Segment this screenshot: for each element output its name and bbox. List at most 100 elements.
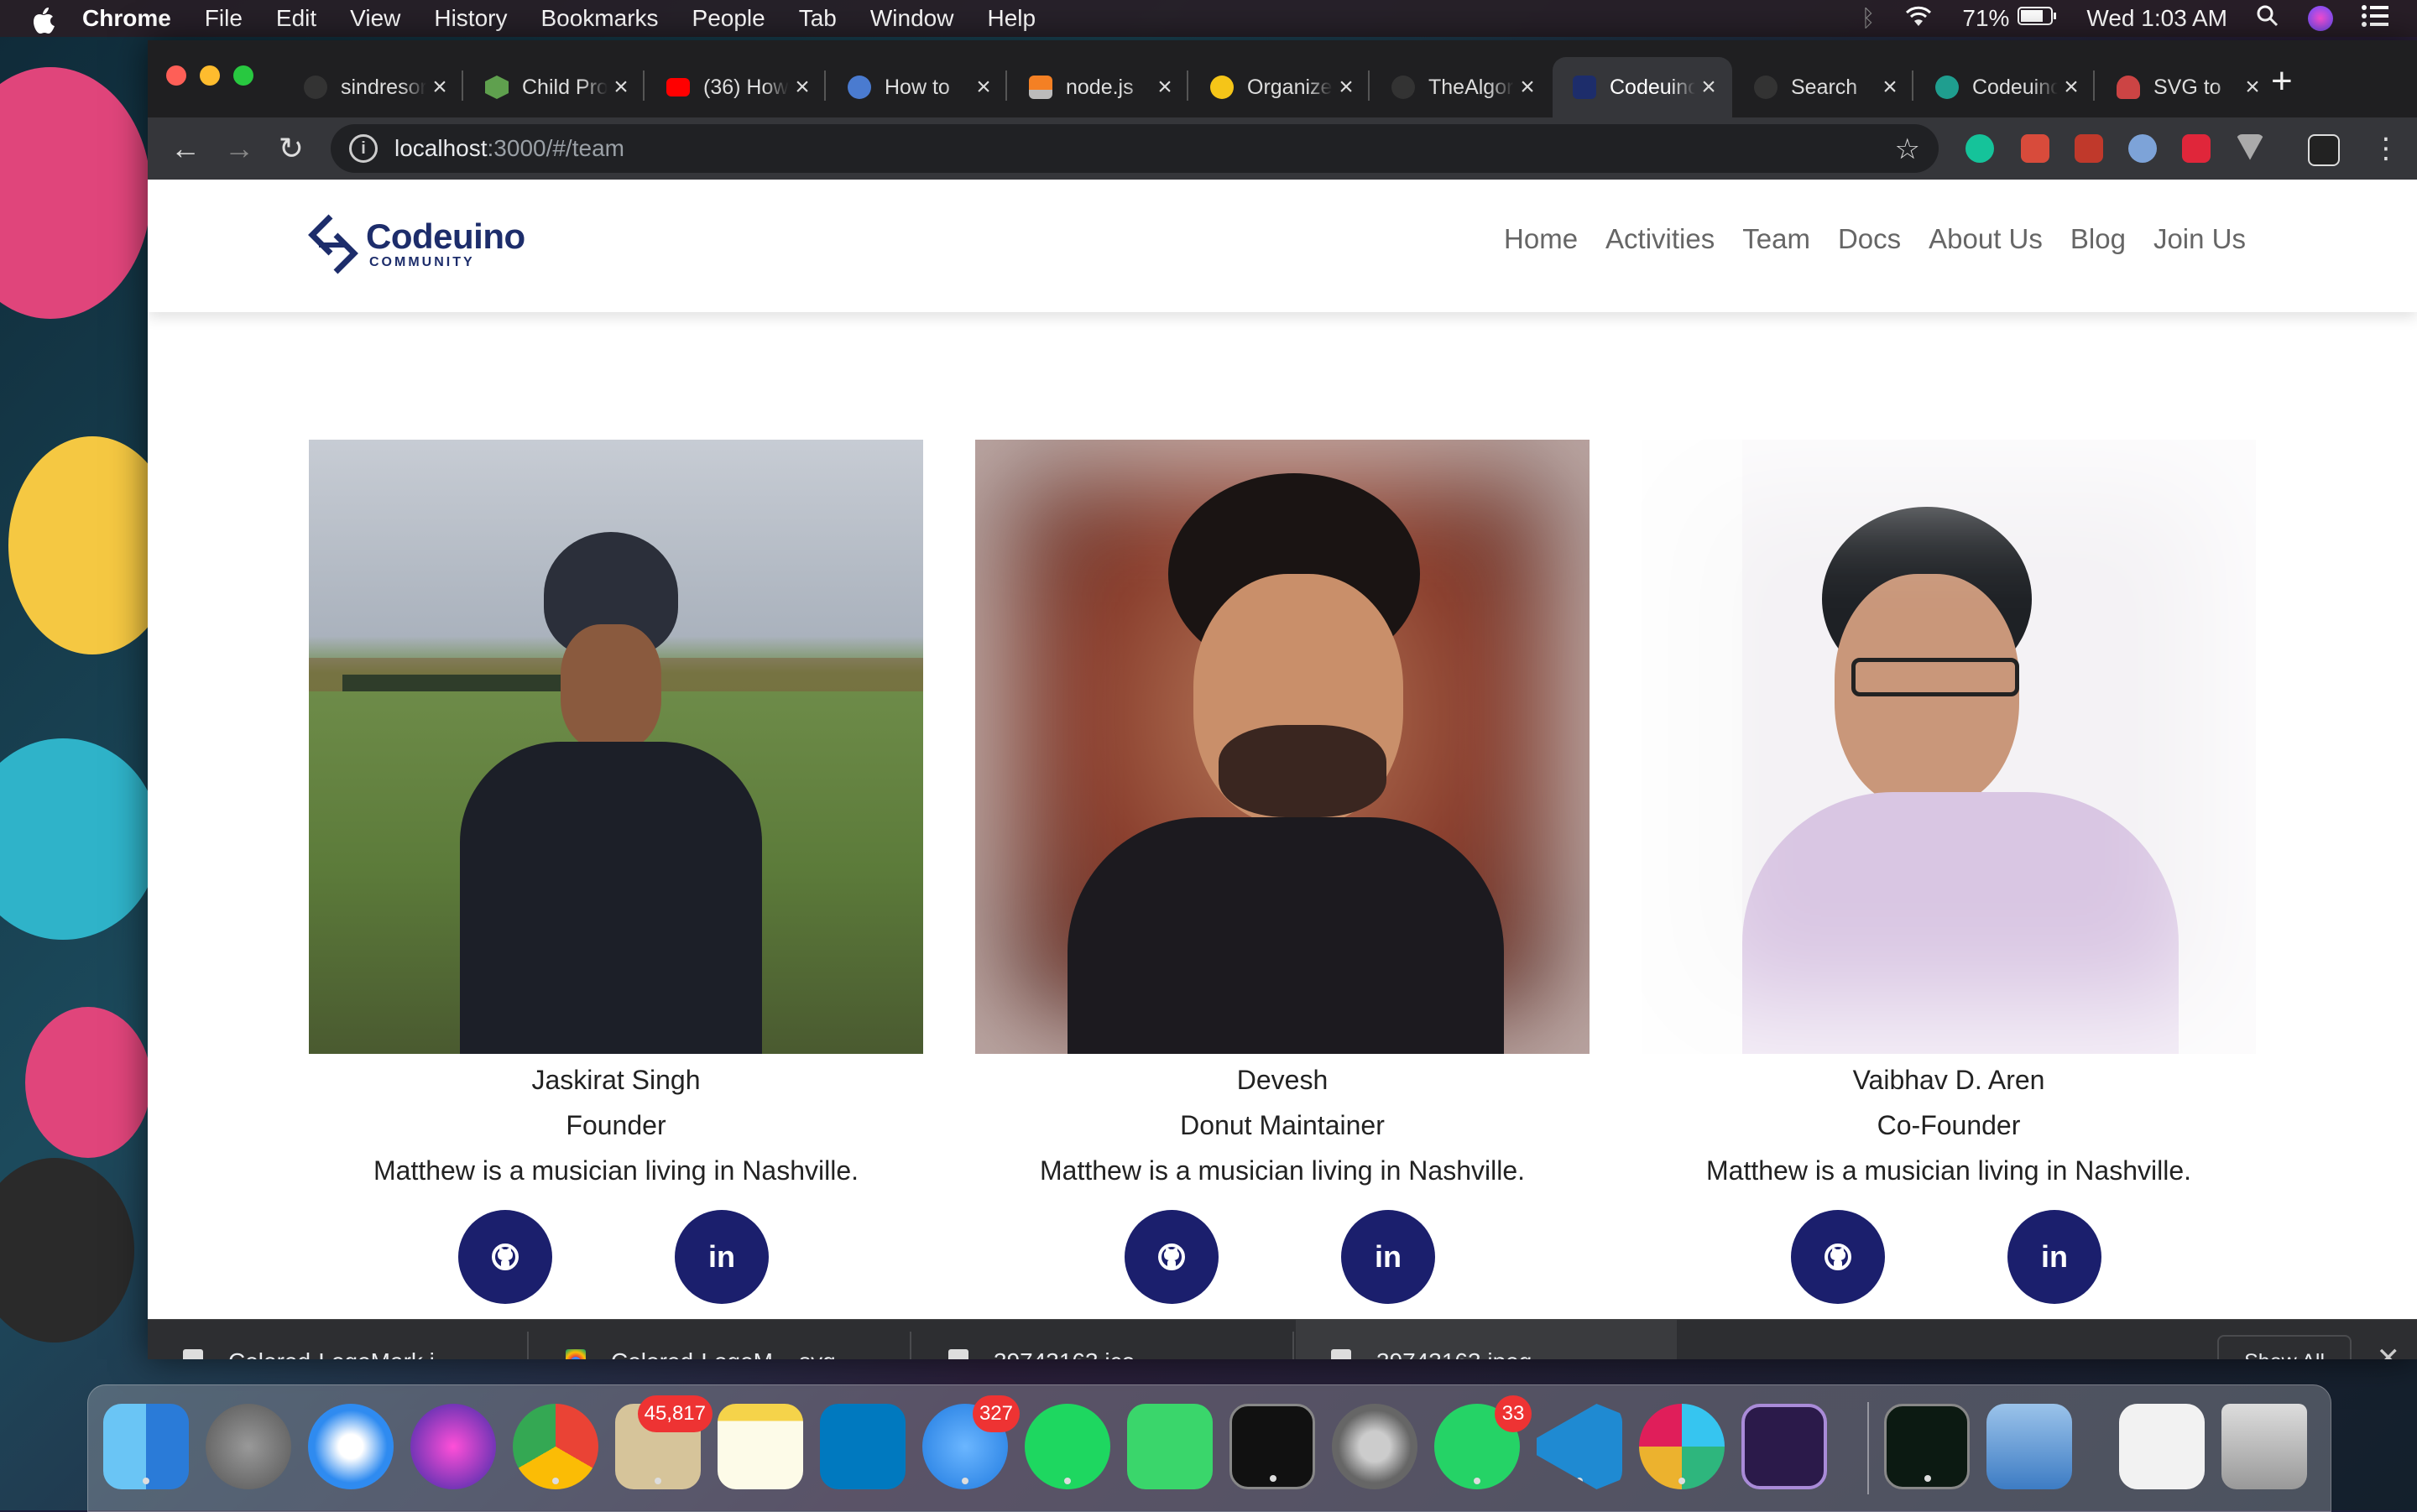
menu-people[interactable]: People <box>692 5 765 32</box>
whatsapp-window-icon[interactable] <box>2119 1404 2205 1489</box>
close-tab-icon[interactable]: × <box>2058 73 2085 102</box>
nav-about-us[interactable]: About Us <box>1929 223 2043 255</box>
yab-extension-icon[interactable] <box>2075 134 2103 163</box>
minimize-window-button[interactable] <box>200 65 220 86</box>
github-button[interactable] <box>1125 1210 1219 1304</box>
chevron-up-icon[interactable]: ︿ <box>483 1347 504 1360</box>
spotify-icon[interactable] <box>1025 1404 1110 1489</box>
close-tab-icon[interactable]: × <box>608 73 634 102</box>
close-tab-icon[interactable]: × <box>1877 73 1903 102</box>
spotlight-icon[interactable] <box>2256 4 2279 34</box>
github-button[interactable] <box>458 1210 552 1304</box>
reload-button[interactable]: ↻ <box>272 129 311 168</box>
chrome-icon[interactable] <box>513 1404 598 1489</box>
extension-icon[interactable] <box>2021 134 2049 163</box>
mail-icon[interactable]: 45,817 <box>615 1395 713 1489</box>
chevron-up-icon[interactable]: ︿ <box>864 1347 886 1360</box>
vscode-icon[interactable] <box>1537 1404 1622 1489</box>
tab[interactable]: TheAlgorithms × <box>1371 57 1551 117</box>
menu-edit[interactable]: Edit <box>276 5 316 32</box>
battery-icon[interactable] <box>2018 5 2058 32</box>
forward-button[interactable]: → <box>220 129 258 168</box>
tab[interactable]: SVG to × <box>2096 57 2276 117</box>
download-item[interactable]: 39743163.jpeg ︿ <box>1296 1320 1677 1359</box>
chrome-menu-icon[interactable]: ⋮ <box>2367 129 2405 168</box>
system-preferences-icon[interactable] <box>1332 1404 1417 1489</box>
bluetooth-icon[interactable]: ᛒ <box>1861 5 1876 32</box>
trello-icon[interactable] <box>820 1404 906 1489</box>
tab[interactable]: Search × <box>1734 57 1913 117</box>
terminal-icon[interactable] <box>1229 1404 1315 1489</box>
close-tab-icon[interactable]: × <box>1695 73 1722 102</box>
js-app-icon[interactable] <box>1741 1404 1827 1489</box>
extension-icon[interactable] <box>2182 134 2211 163</box>
menu-view[interactable]: View <box>350 5 400 32</box>
menu-help[interactable]: Help <box>987 5 1036 32</box>
close-tab-icon[interactable]: × <box>2239 73 2266 102</box>
slack-icon[interactable] <box>1639 1404 1725 1489</box>
siri-icon[interactable] <box>2308 6 2333 31</box>
preview-icon[interactable] <box>1986 1404 2072 1489</box>
download-item[interactable]: 39743163.ico ︿ <box>913 1320 1294 1359</box>
site-info-icon[interactable]: i <box>349 134 378 163</box>
safari-icon[interactable] <box>308 1404 394 1489</box>
linkedin-button[interactable]: in <box>2007 1210 2101 1304</box>
siri-icon[interactable] <box>410 1404 496 1489</box>
linkedin-button[interactable]: in <box>675 1210 769 1304</box>
menu-clock[interactable]: Wed 1:03 AM <box>2086 5 2227 32</box>
close-tab-icon[interactable]: × <box>789 73 816 102</box>
nav-home[interactable]: Home <box>1504 223 1578 255</box>
messages-icon[interactable]: 327 <box>922 1395 1020 1489</box>
notes-icon[interactable] <box>718 1404 803 1489</box>
download-item[interactable]: Colored-LogoMark.i... ︿ <box>148 1320 529 1359</box>
close-window-button[interactable] <box>166 65 186 86</box>
menu-window[interactable]: Window <box>870 5 954 32</box>
whatsapp-icon[interactable]: 33 <box>1434 1395 1532 1489</box>
close-tab-icon[interactable]: × <box>970 73 997 102</box>
chevron-up-icon[interactable]: ︿ <box>1232 1347 1254 1360</box>
launchpad-icon[interactable] <box>206 1404 291 1489</box>
tab[interactable]: node.js × <box>1009 57 1188 117</box>
nav-docs[interactable]: Docs <box>1838 223 1901 255</box>
grammarly-extension-icon[interactable] <box>1965 134 1994 163</box>
menu-tab[interactable]: Tab <box>799 5 837 32</box>
zoom-window-button[interactable] <box>233 65 253 86</box>
tab[interactable]: sindresorhus × <box>284 57 463 117</box>
tab[interactable]: Child Process × <box>465 57 645 117</box>
close-shelf-icon[interactable]: ✕ <box>2377 1342 2401 1359</box>
nav-blog[interactable]: Blog <box>2070 223 2126 255</box>
facetime-icon[interactable] <box>1127 1404 1213 1489</box>
tab[interactable]: Organize × <box>1190 57 1370 117</box>
tab[interactable]: How to × <box>827 57 1007 117</box>
close-tab-icon[interactable]: × <box>1151 73 1178 102</box>
activity-monitor-icon[interactable] <box>1884 1404 1970 1489</box>
notification-center-icon[interactable] <box>2362 4 2388 33</box>
codeuino-logo[interactable]: Codeuino COMMUNITY <box>307 213 525 275</box>
apple-icon[interactable] <box>32 6 57 34</box>
menu-bookmarks[interactable]: Bookmarks <box>540 5 658 32</box>
show-all-downloads-button[interactable]: Show All <box>2217 1335 2352 1359</box>
tab-active[interactable]: Codeuino × <box>1553 57 1732 117</box>
nav-join-us[interactable]: Join Us <box>2153 223 2246 255</box>
wifi-icon[interactable] <box>1903 4 1934 34</box>
vue-devtools-icon[interactable] <box>2236 134 2264 160</box>
profile-avatar[interactable] <box>2308 134 2340 166</box>
nav-activities[interactable]: Activities <box>1605 223 1715 255</box>
linkedin-button[interactable]: in <box>1341 1210 1435 1304</box>
menu-app-name[interactable]: Chrome <box>82 5 171 32</box>
back-button[interactable]: ← <box>166 129 205 168</box>
bookmark-star-icon[interactable]: ☆ <box>1895 133 1920 166</box>
address-bar[interactable]: i localhost :3000/#/team ☆ <box>331 124 1939 173</box>
github-button[interactable] <box>1791 1210 1885 1304</box>
tab[interactable]: (36) How × <box>646 57 826 117</box>
tab[interactable]: Codeuino × <box>1915 57 2095 117</box>
close-tab-icon[interactable]: × <box>1514 73 1541 102</box>
new-tab-button[interactable]: + <box>2271 60 2293 102</box>
extension-icon[interactable] <box>2128 134 2157 163</box>
close-tab-icon[interactable]: × <box>1333 73 1360 102</box>
trash-icon[interactable] <box>2221 1404 2307 1489</box>
menu-history[interactable]: History <box>434 5 507 32</box>
nav-team[interactable]: Team <box>1742 223 1810 255</box>
download-item[interactable]: Colored-LogoM....svg ︿ <box>530 1320 911 1359</box>
close-tab-icon[interactable]: × <box>426 73 453 102</box>
